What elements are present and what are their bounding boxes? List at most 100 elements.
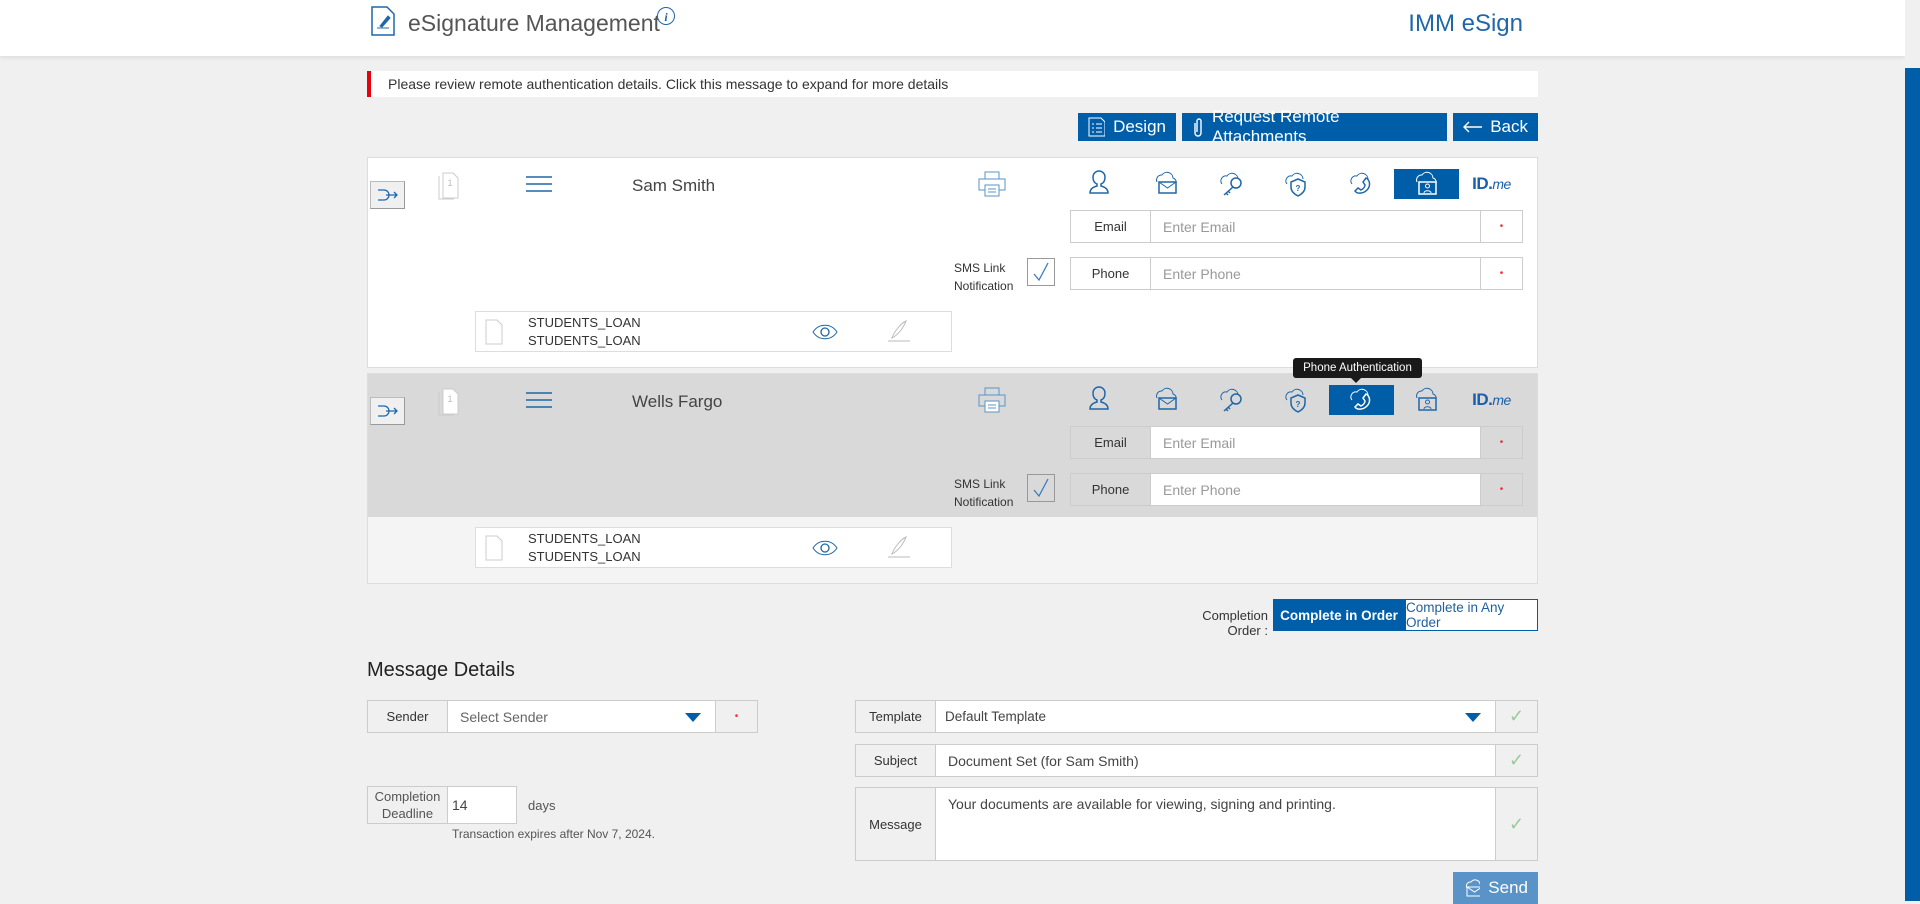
cloud-shield-question-icon: ? [1284,388,1306,413]
document-name: STUDENTS_LOAN STUDENTS_LOAN [528,531,641,564]
message-textarea[interactable]: Your documents are available for viewing… [936,788,1495,860]
eye-icon[interactable] [812,324,838,340]
sms-notification-label: SMS Link Notification [954,477,1014,509]
printer-icon[interactable] [978,171,1006,197]
info-icon[interactable]: i [656,6,676,26]
subject-input[interactable]: Document Set (for Sam Smith) [936,745,1495,776]
recipient-name: Wells Fargo [632,392,723,411]
deadline-input[interactable]: 14 [448,787,516,823]
deadline-unit: days [528,798,556,813]
phone-label: Phone [1071,258,1151,289]
phone-row: Phone Enter Phone • [1070,257,1523,290]
message-label: Message [856,788,936,860]
checkmark-icon [1033,262,1049,282]
sms-notification-checkbox[interactable] [1027,474,1055,502]
email-row: Email Enter Email • [1070,426,1523,459]
valid-check-icon: ✓ [1495,745,1537,776]
template-value: Default Template [945,709,1047,724]
request-attachments-label: Request Remote Attachments [1211,107,1340,146]
cloud-key-icon [1219,388,1242,412]
signature-pen-icon[interactable] [886,320,912,342]
signature-pen-icon[interactable] [886,536,912,558]
completion-order-label: Completion Order : [1202,608,1268,638]
template-row: Template Default Template ✓ [855,700,1538,733]
alert-banner[interactable]: Please review remote authentication deta… [367,71,1538,97]
svg-text:?: ? [1295,400,1300,409]
route-arrow-icon [377,405,398,417]
email-placeholder: Enter Email [1163,434,1236,451]
recipient-header: 1 Wells Fargo ? ID.me Email Enter Email • S… [368,374,1537,517]
sender-label: Sender [368,701,448,732]
auth-cloud-key-button[interactable] [1199,385,1264,415]
sender-row: Sender Select Sender • [367,700,758,733]
person-icon [1088,386,1109,410]
chevron-down-icon [1465,712,1481,722]
auth-cloud-photo-id-button[interactable] [1394,169,1459,199]
auth-cloud-key-button[interactable] [1199,169,1264,199]
auth-cloud-email-button[interactable] [1134,169,1199,199]
email-input[interactable]: Enter Email [1151,211,1480,242]
auth-person-button[interactable] [1069,169,1134,199]
deadline-label: Completion Deadline [368,787,448,823]
send-button[interactable]: Send [1453,872,1538,904]
esign-document-icon [371,6,395,36]
expiry-text: Transaction expires after Nov 7, 2024. [452,827,655,841]
idme-logo: ID.me [1472,390,1511,409]
document-icon [485,535,503,561]
idme-logo: ID.me [1472,174,1511,193]
printer-icon[interactable] [978,387,1006,413]
list-document-icon [1088,117,1106,137]
eye-icon[interactable] [812,540,838,556]
cloud-shield-question-icon: ? [1284,172,1306,197]
back-label: Back [1490,117,1528,136]
request-remote-attachments-button[interactable]: Request Remote Attachments [1182,107,1447,146]
auth-cloud-email-button[interactable] [1134,385,1199,415]
auth-cloud-shield-question-button[interactable]: ? [1264,169,1329,199]
cloud-key-icon [1219,172,1242,196]
sender-select[interactable]: Select Sender [448,701,715,732]
page-title: eSignature Management [408,10,660,36]
template-select[interactable]: Default Template [936,701,1495,732]
auth-cloud-phone-button[interactable] [1329,385,1394,415]
auth-idme-button[interactable]: ID.me [1459,169,1524,199]
routing-button[interactable] [370,397,405,425]
auth-person-button[interactable] [1069,385,1134,415]
page-count-icon: 1 [438,388,460,421]
subject-row: Subject Document Set (for Sam Smith) ✓ [855,744,1538,777]
svg-text:?: ? [1295,184,1300,193]
sms-notification-checkbox[interactable] [1027,258,1055,286]
auth-cloud-photo-id-button[interactable] [1394,385,1459,415]
person-icon [1088,170,1109,194]
hamburger-menu-icon[interactable] [526,176,552,192]
paperclip-icon [1194,118,1202,137]
template-label: Template [856,701,936,732]
phone-placeholder: Enter Phone [1163,265,1241,282]
email-row: Email Enter Email • [1070,210,1523,243]
complete-in-order-option[interactable]: Complete in Order [1273,599,1405,631]
svg-text:1: 1 [447,178,452,188]
app-header: eSignature Management i IMM eSign [0,0,1905,56]
email-input[interactable]: Enter Email [1151,427,1480,458]
auth-method-bar: ? ID.me [1069,169,1524,199]
page-count-icon: 1 [438,172,460,205]
svg-text:1: 1 [447,394,452,404]
message-details-heading: Message Details [367,659,515,681]
valid-check-icon: ✓ [1495,788,1537,860]
scrollbar-thumb[interactable] [1905,68,1920,901]
complete-in-any-order-option[interactable]: Complete in Any Order [1405,599,1538,631]
phone-input[interactable]: Enter Phone [1151,474,1480,505]
design-button[interactable]: Design [1078,113,1176,141]
document-item: STUDENTS_LOAN STUDENTS_LOAN [475,311,952,352]
phone-placeholder: Enter Phone [1163,481,1241,498]
email-label: Email [1071,427,1151,458]
auth-idme-button[interactable]: ID.me [1459,385,1524,415]
cloud-email-icon [1155,171,1177,194]
back-button[interactable]: Back [1453,113,1538,141]
auth-cloud-shield-question-button[interactable]: ? [1264,385,1329,415]
arrow-left-icon [1463,121,1483,133]
hamburger-menu-icon[interactable] [526,392,552,408]
brand-name: IMM eSign [1408,10,1523,37]
routing-button[interactable] [370,181,405,209]
phone-input[interactable]: Enter Phone [1151,258,1480,289]
auth-cloud-phone-button[interactable] [1329,169,1394,199]
